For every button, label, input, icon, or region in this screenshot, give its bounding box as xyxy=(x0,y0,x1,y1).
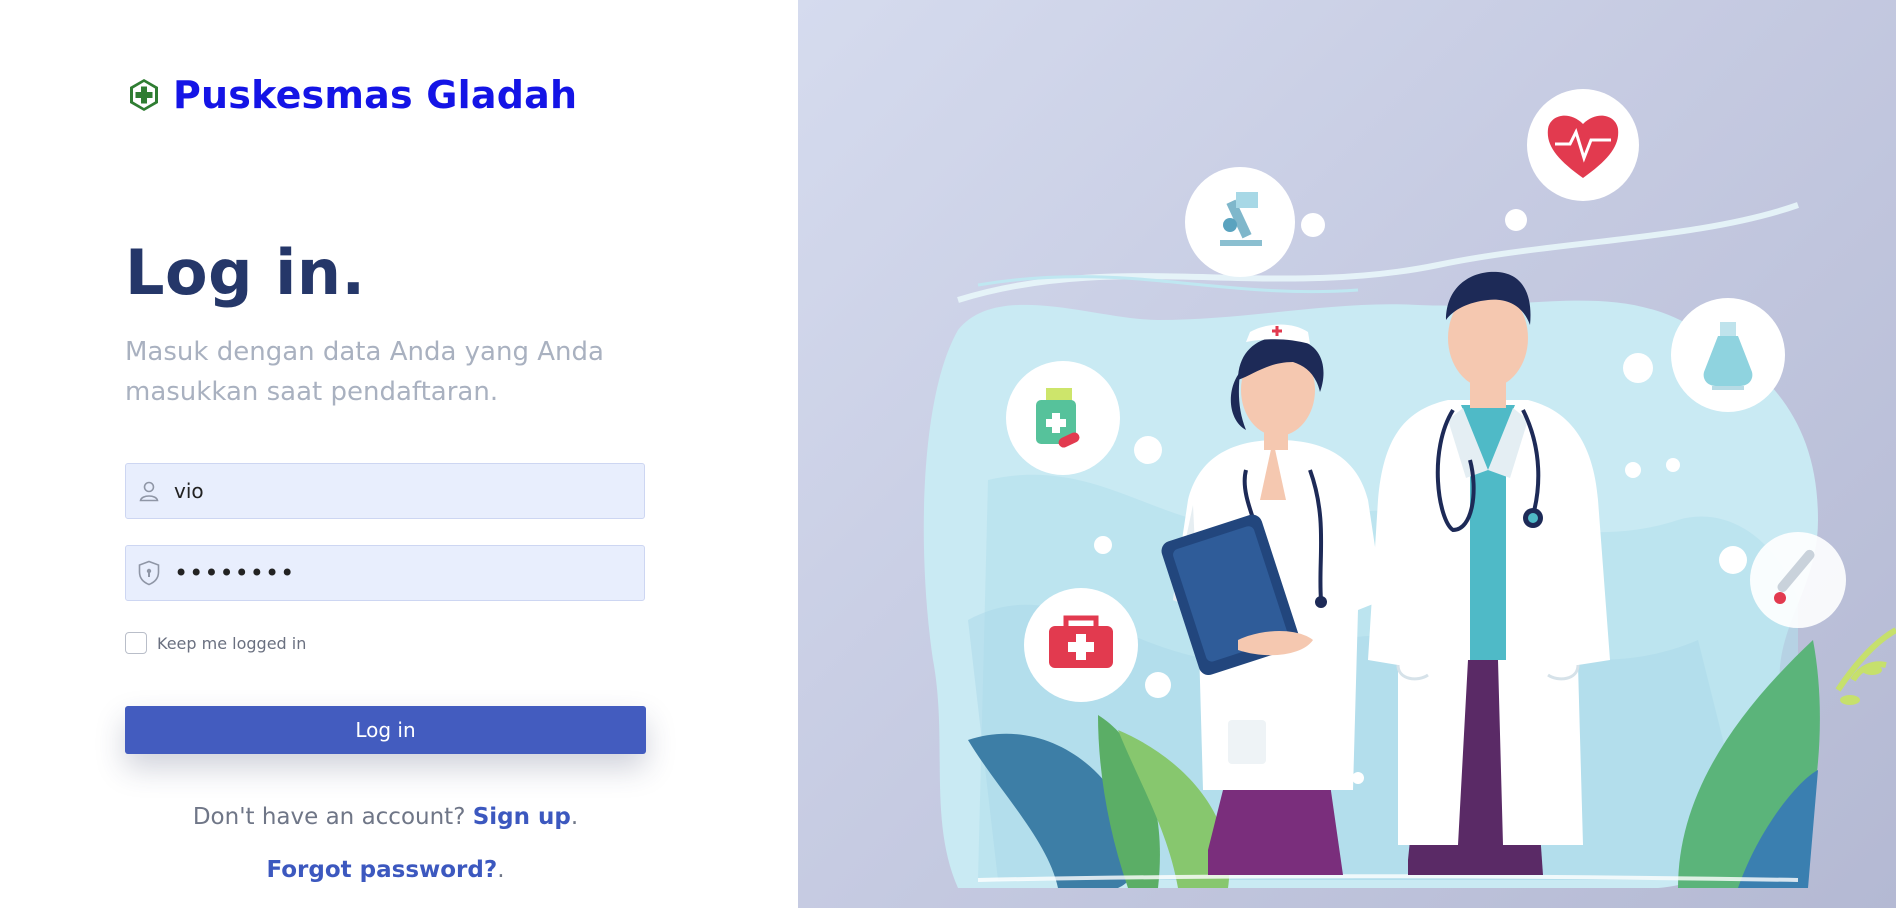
forgot-password-row: Forgot password?. xyxy=(125,857,646,883)
password-input[interactable] xyxy=(174,559,614,587)
medical-staff-illustration xyxy=(923,89,1896,888)
flask-icon xyxy=(1671,298,1785,412)
heart-pulse-icon xyxy=(1527,89,1639,201)
forgot-password-link[interactable]: Forgot password? xyxy=(266,857,497,883)
shield-lock-icon xyxy=(136,560,162,586)
brand-name: Puskesmas Gladah xyxy=(173,73,578,117)
signup-prompt: Don't have an account? Sign up. xyxy=(125,804,646,830)
forgot-period: . xyxy=(497,857,505,883)
medicine-bottle-icon xyxy=(1006,361,1120,475)
signup-prompt-text: Don't have an account? xyxy=(192,804,466,830)
first-aid-kit-icon xyxy=(1024,588,1138,702)
remember-label: Keep me logged in xyxy=(157,633,307,653)
illustration-panel xyxy=(798,0,1896,908)
microscope-icon xyxy=(1185,167,1295,277)
password-field[interactable] xyxy=(125,545,645,601)
page-title: Log in. xyxy=(125,236,366,309)
remember-me[interactable]: Keep me logged in xyxy=(125,632,306,654)
health-cross-icon xyxy=(130,79,158,111)
signup-period: . xyxy=(570,804,579,830)
user-icon xyxy=(136,478,162,504)
login-panel: Puskesmas Gladah Log in. Masuk dengan da… xyxy=(0,0,798,908)
username-field[interactable] xyxy=(125,463,645,519)
remember-checkbox[interactable] xyxy=(125,632,147,654)
login-button[interactable]: Log in xyxy=(125,706,646,754)
brand: Puskesmas Gladah xyxy=(127,70,577,120)
signup-link[interactable]: Sign up xyxy=(473,804,571,830)
thermometer-icon xyxy=(1750,532,1846,628)
username-input[interactable] xyxy=(174,479,614,503)
page-subtitle: Masuk dengan data Anda yang Anda masukka… xyxy=(125,337,604,407)
